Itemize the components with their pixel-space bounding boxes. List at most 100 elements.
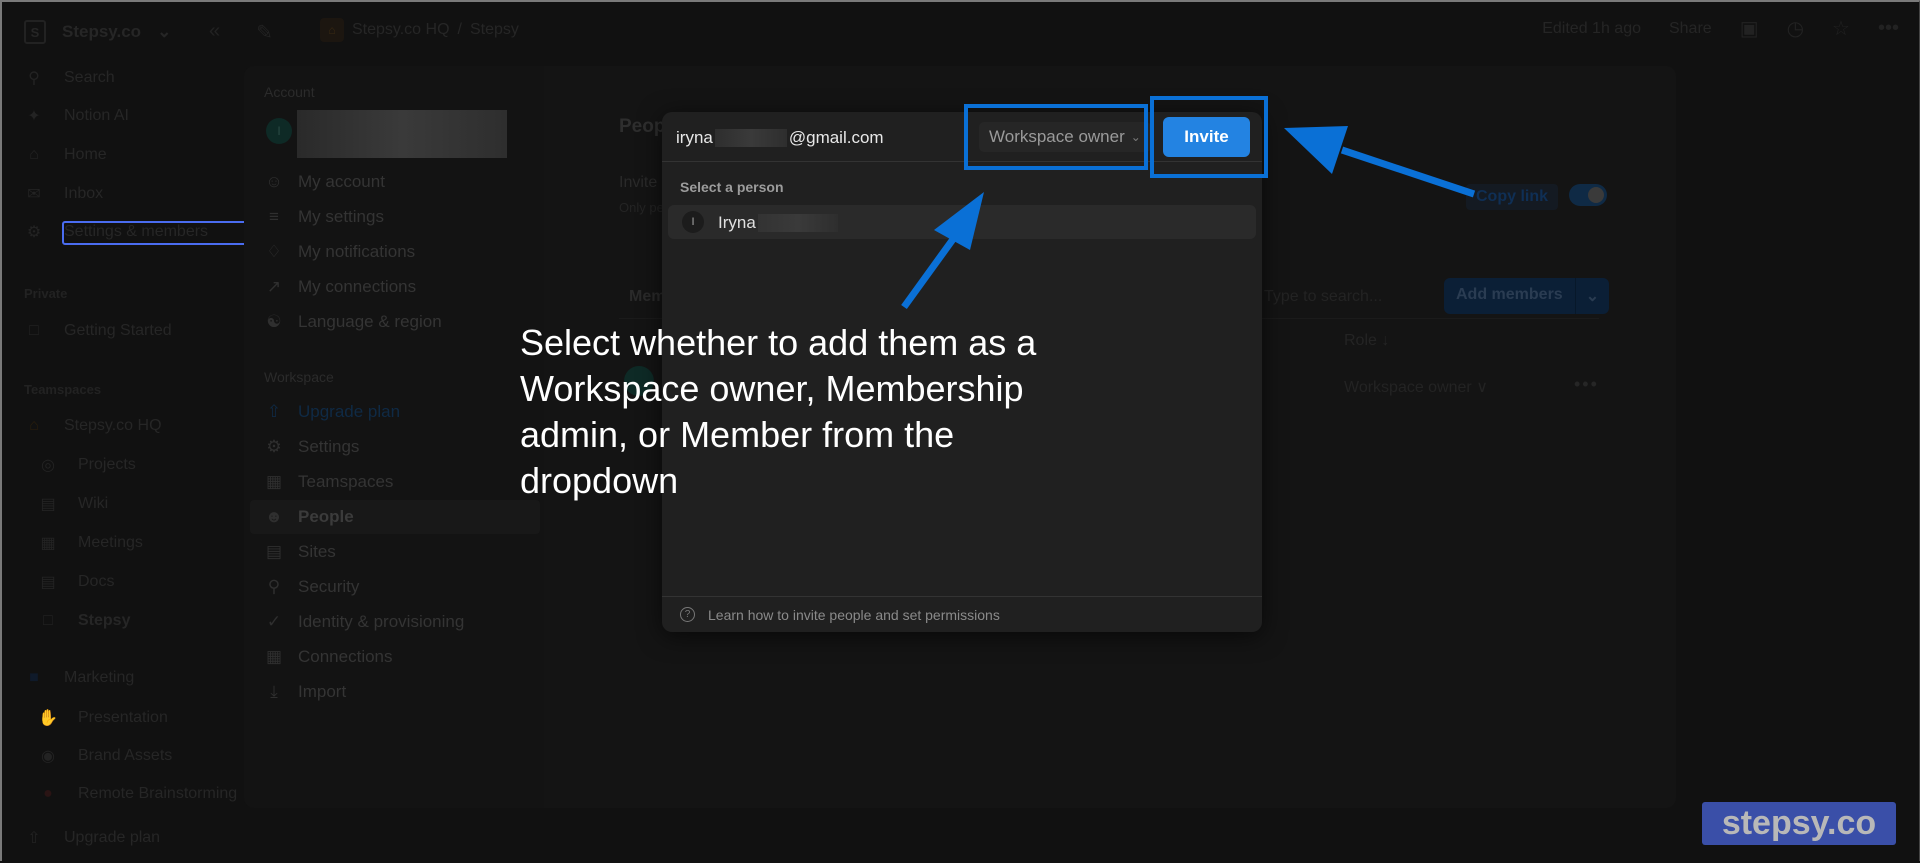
user-circle-icon: ☺	[265, 172, 283, 191]
sidebar-item-brand-assets[interactable]: ◉ Brand Assets	[38, 742, 172, 770]
new-page-icon[interactable]: ✎	[256, 20, 273, 45]
breadcrumb-item-hq[interactable]: Stepsy.co HQ	[352, 21, 450, 39]
nav-people[interactable]: ☻ People	[250, 500, 540, 534]
help-link[interactable]: Learn how to invite people and set permi…	[708, 607, 1000, 623]
nav-security[interactable]: ⚲ Security	[264, 574, 360, 600]
workspace-section-label: Workspace	[264, 369, 334, 385]
palette-icon: ◉	[41, 748, 55, 765]
nav-upgrade-plan[interactable]: ⇧ Upgrade plan	[264, 399, 400, 425]
person-option[interactable]: I Iryna	[668, 205, 1256, 239]
add-members-label[interactable]: Add members	[1444, 278, 1576, 314]
calendar-icon: ▦	[40, 535, 56, 552]
redacted-text	[714, 129, 787, 147]
sidebar-item-inbox[interactable]: ✉ Inbox	[24, 180, 103, 208]
chevron-down-icon[interactable]: ⌄	[1576, 278, 1609, 314]
annotation-callout: Select whether to add them as a Workspac…	[520, 322, 1037, 501]
select-person-label: Select a person	[680, 179, 784, 195]
app-window: S Stepsy.co ⌄ « ✎ ⚲ Search ✦ Notion AI ⌂…	[0, 0, 1920, 863]
nav-teamspaces[interactable]: ▦ Teamspaces	[264, 469, 393, 495]
sidebar-item-wiki[interactable]: ▤ Wiki	[38, 490, 108, 518]
nav-sites[interactable]: ▤ Sites	[264, 539, 336, 565]
shield-check-icon: ✓	[266, 612, 282, 631]
clap-icon: ✋	[38, 710, 58, 727]
popup-footer[interactable]: ? Learn how to invite people and set per…	[662, 596, 1262, 632]
page-icon: □	[43, 612, 53, 629]
add-members-button[interactable]: Add members ⌄	[1444, 278, 1610, 314]
sidebar-item-projects[interactable]: ◎ Projects	[38, 451, 136, 479]
member-search-input[interactable]: Type to search...	[1264, 288, 1382, 306]
inbox-icon: ✉	[27, 186, 41, 203]
account-section-label: Account	[264, 84, 315, 100]
more-icon[interactable]: •••	[1878, 17, 1899, 40]
stepsy-watermark: stepsy.co	[1702, 802, 1896, 845]
account-avatar: I	[266, 118, 292, 144]
sidebar-item-remote-brainstorming[interactable]: ● Remote Brainstorming	[38, 780, 237, 808]
sidebar-upgrade-plan[interactable]: ⇧ Upgrade plan	[24, 824, 160, 852]
upgrade-icon: ⇧	[27, 830, 41, 847]
copy-link-button[interactable]: Copy link	[1466, 184, 1559, 210]
gear-icon: ⚙	[266, 437, 282, 456]
nav-connections[interactable]: ▦ Connections	[264, 644, 393, 670]
page-icon: □	[29, 322, 39, 339]
share-button[interactable]: Share	[1669, 20, 1712, 38]
sidebar-item-stepsy-hq[interactable]: ⌂ Stepsy.co HQ	[24, 412, 161, 440]
grid-icon: ▦	[265, 647, 283, 666]
workspace-logo: S	[24, 20, 46, 44]
nav-my-connections[interactable]: ↗ My connections	[264, 274, 416, 300]
workspace-switcher[interactable]: S Stepsy.co ⌄	[24, 20, 171, 44]
chevron-down-icon: ⌄	[157, 22, 172, 41]
marketing-icon: ■	[29, 669, 39, 686]
sidebar-item-getting-started[interactable]: □ Getting Started	[24, 317, 171, 345]
settings-nav: Account I ☺ My account ≡ My settings ♢ M…	[244, 66, 544, 808]
sidebar-item-marketing[interactable]: ■ Marketing	[24, 664, 134, 692]
workspace-name: Stepsy.co	[62, 22, 142, 41]
nav-my-settings[interactable]: ≡ My settings	[264, 204, 384, 230]
building-icon: ▦	[265, 472, 283, 491]
edited-timestamp: Edited 1h ago	[1542, 19, 1641, 37]
nav-import[interactable]: ⤓ Import	[264, 679, 346, 705]
sidebar-item-docs[interactable]: ▤ Docs	[38, 568, 114, 596]
email-value: iryna @gmail.com	[676, 128, 884, 147]
target-icon: ◎	[41, 457, 55, 474]
nav-settings[interactable]: ⚙ Settings	[264, 434, 359, 460]
invite-link-toggle[interactable]	[1569, 184, 1607, 206]
external-link-icon: ↗	[266, 277, 282, 296]
collapse-sidebar-icon[interactable]: «	[209, 20, 220, 45]
breadcrumb-item-stepsy[interactable]: Stepsy	[470, 21, 519, 39]
breadcrumb-separator: /	[457, 21, 462, 38]
member-role-dropdown[interactable]: Workspace owner ∨	[1344, 377, 1488, 397]
nav-my-notifications[interactable]: ♢ My notifications	[264, 239, 415, 265]
sidebar-item-search[interactable]: ⚲ Search	[24, 64, 115, 92]
comment-icon[interactable]: ▣	[1740, 16, 1759, 41]
help-icon: ?	[680, 607, 695, 622]
toggle-knob	[1588, 187, 1604, 203]
search-icon: ⚲	[28, 70, 40, 87]
teamspaces-section-label: Teamspaces	[24, 382, 102, 397]
house-emoji-icon: ⌂	[29, 417, 39, 434]
house-emoji-icon: ⌂	[320, 18, 344, 42]
member-more-icon[interactable]: •••	[1574, 374, 1599, 395]
sidebar-item-stepsy[interactable]: □ Stepsy	[38, 607, 130, 635]
role-column-header[interactable]: Role ↓	[1344, 332, 1389, 350]
role-dropdown-highlight	[964, 104, 1148, 170]
nav-language-region[interactable]: ☯ Language & region	[264, 309, 441, 335]
nav-my-account[interactable]: ☺ My account	[264, 169, 385, 195]
sidebar-item-meetings[interactable]: ▦ Meetings	[38, 529, 142, 557]
account-name-redacted	[297, 110, 507, 158]
browser-icon: ▤	[265, 542, 283, 561]
private-section-label: Private	[24, 286, 68, 301]
clock-icon[interactable]: ◷	[1787, 16, 1804, 41]
sidebar-item-notion-ai[interactable]: ✦ Notion AI	[24, 102, 129, 130]
nav-identity-provisioning[interactable]: ✓ Identity & provisioning	[264, 609, 464, 635]
home-icon: ⌂	[29, 146, 39, 163]
doc-icon: ▤	[40, 574, 56, 591]
upgrade-icon: ⇧	[266, 402, 282, 421]
sidebar-item-home[interactable]: ⌂ Home	[24, 141, 107, 169]
bubble-icon: ●	[43, 785, 53, 802]
bell-icon: ♢	[266, 242, 282, 261]
star-icon[interactable]: ☆	[1832, 16, 1850, 41]
redacted-text	[757, 214, 838, 232]
breadcrumb: ⌂ Stepsy.co HQ / Stepsy	[320, 18, 519, 42]
sidebar-item-presentation[interactable]: ✋ Presentation	[38, 704, 168, 732]
topbar-actions: Edited 1h ago Share ▣ ◷ ☆ •••	[1542, 16, 1899, 41]
